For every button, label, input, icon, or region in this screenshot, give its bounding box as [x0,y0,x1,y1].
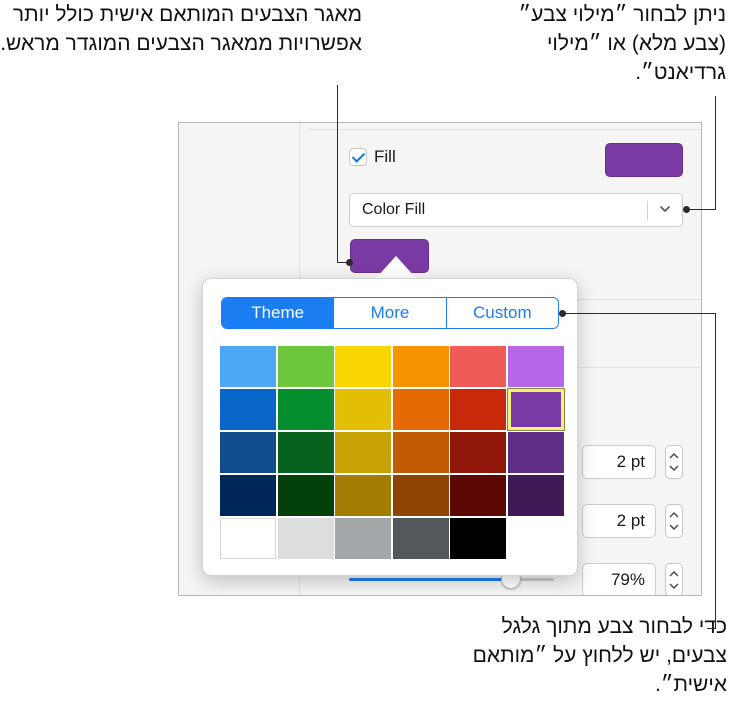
color-swatch[interactable] [392,475,449,516]
color-swatch[interactable] [220,475,276,516]
palette-tab-control: Theme More Custom [221,297,559,329]
color-swatch[interactable] [392,432,449,473]
callout-custom-tab: כדי לבחור צבע מתוך גלגל צבעים, יש ללחוץ … [472,615,727,696]
color-swatch[interactable] [450,475,506,516]
color-palette-popover: Theme More Custom [202,278,578,576]
width-field[interactable]: 2 pt [582,504,656,538]
popover-arrow [376,256,416,278]
leader-line [715,313,716,628]
fill-type-value: Color Fill [362,201,426,218]
leader-line [707,628,716,629]
leader-line [715,96,716,210]
section-separator [307,129,701,130]
fill-row: Fill [349,147,396,167]
leader-line [337,85,338,263]
chevron-down-icon [660,206,670,212]
fill-checkbox-label: Fill [374,147,396,166]
color-swatch[interactable] [335,475,391,516]
tab-custom[interactable]: Custom [445,298,558,328]
size-field[interactable]: 2 pt [582,445,656,479]
color-swatch[interactable] [392,518,449,559]
leader-dot [683,206,690,213]
color-swatch[interactable] [450,389,506,430]
stepper-arrows-icon [669,571,679,589]
tab-theme[interactable]: Theme [222,298,334,328]
color-swatch[interactable] [506,388,565,431]
color-swatch[interactable] [220,518,276,559]
color-swatch[interactable] [277,346,334,387]
fill-color-well[interactable] [605,143,683,177]
stepper-arrows-icon [669,453,679,471]
color-swatch[interactable] [220,432,276,473]
color-swatch[interactable] [450,518,506,559]
leader-dot [346,259,353,266]
callout-custom-palette: מאגר הצבעים המותאם אישית כולל יותר אפשרו… [0,3,362,55]
color-swatch[interactable] [450,346,506,387]
opacity-stepper[interactable] [665,563,683,595]
color-swatch[interactable] [335,346,391,387]
color-swatch[interactable] [507,475,564,516]
fill-checkbox[interactable] [349,148,367,166]
fill-type-select[interactable]: Color Fill [349,193,683,227]
color-swatch[interactable] [277,389,334,430]
color-swatch[interactable] [392,389,449,430]
tab-more[interactable]: More [333,298,446,328]
opacity-slider[interactable] [349,578,554,581]
select-separator [647,201,648,220]
opacity-field[interactable]: 79% [582,563,656,595]
color-swatch[interactable] [277,432,334,473]
leader-line [687,209,716,210]
leader-dot [559,310,566,317]
color-swatch[interactable] [277,518,334,559]
color-swatch[interactable] [335,518,391,559]
leader-line [563,313,715,314]
color-swatch[interactable] [335,432,391,473]
stepper-arrows-icon [669,512,679,530]
callout-fill-type: ניתן לבחור ״מילוי צבע״ (צבע מלא) או ״מיל… [518,3,727,84]
width-stepper[interactable] [665,504,683,538]
color-swatch[interactable] [220,346,276,387]
swatch-grid [220,346,565,559]
color-swatch[interactable] [220,389,276,430]
color-swatch[interactable] [507,346,564,387]
color-swatch[interactable] [392,346,449,387]
opacity-slider-fill [349,578,511,581]
size-stepper[interactable] [665,445,683,479]
color-swatch[interactable] [335,389,391,430]
color-swatch[interactable] [450,432,506,473]
color-swatch[interactable] [277,475,334,516]
color-swatch[interactable] [507,432,564,473]
